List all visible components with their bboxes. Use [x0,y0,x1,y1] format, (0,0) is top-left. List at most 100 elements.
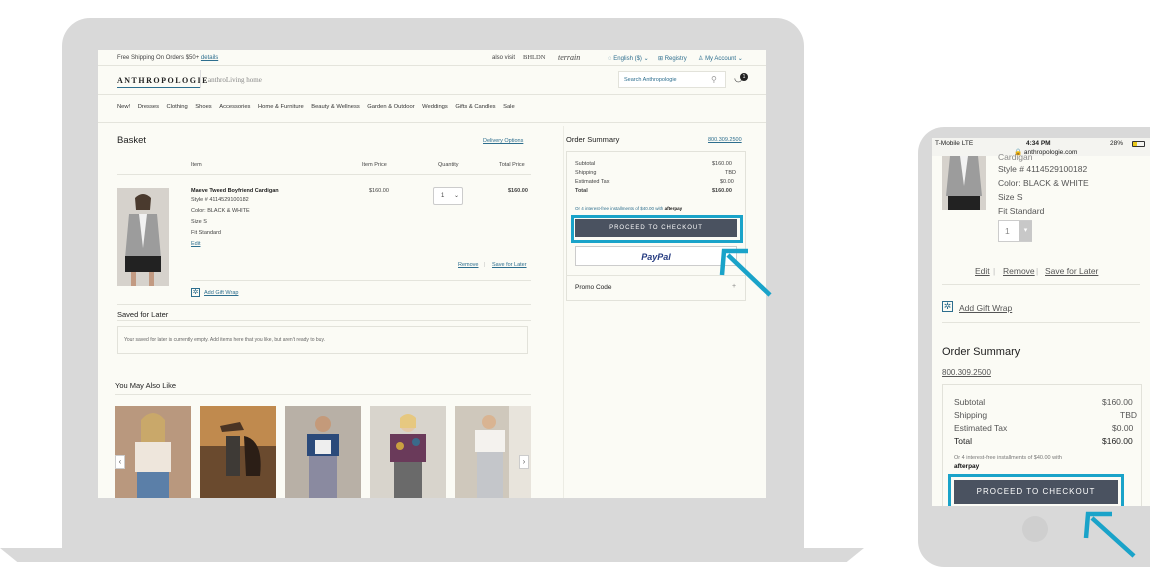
product-image[interactable] [117,188,169,286]
shipping-label: Shipping [575,170,597,176]
basket-title: Basket [117,135,147,146]
edit-link[interactable]: Edit [191,241,200,247]
user-icon: ♙ [698,56,704,62]
subtotal-label: Subtotal [575,161,596,167]
nav-item-new[interactable]: New! [117,104,130,110]
phone-link[interactable]: 800.309.2500 [708,137,742,143]
language-selector[interactable]: ◌ English ($) ⌄ [608,55,649,62]
anthroliving-logo[interactable]: anthroLiving home [208,76,262,84]
mobile-screen: T-Mobile LTE 4:34 PM 28% 🔒 anthropologie… [932,138,1150,506]
save-for-later-link[interactable]: Save for Later [492,262,527,268]
battery-icon [1132,141,1145,147]
subtotal-value: $160.00 [712,161,732,167]
mobile-phone-link[interactable]: 800.309.2500 [942,368,991,377]
nav-item-weddings[interactable]: Weddings [422,104,448,110]
saved-empty-text: Your saved for later is currently empty.… [124,337,325,343]
col-quantity: Quantity [438,162,459,168]
mobile-afterpay-logo: afterpay [954,463,980,470]
anthropologie-logo[interactable]: ANTHROPOLOGIE [117,76,209,85]
item-price: $160.00 [369,188,389,194]
battery-text: 28% [1110,140,1124,147]
gift-wrap-icon[interactable]: ✲ [191,288,200,297]
mobile-shipping-label: Shipping [954,410,988,420]
recommendation-image-2[interactable] [200,406,276,498]
account-menu[interactable]: ♙ My Account ⌄ [698,55,743,62]
recommendation-image-3[interactable] [285,406,361,498]
carrier-text: T-Mobile LTE [935,140,974,147]
mobile-product-image[interactable] [942,156,986,210]
mobile-subtotal-label: Subtotal [954,397,986,407]
mobile-tax-label: Estimated Tax [954,423,1008,433]
product-name[interactable]: Maeve Tweed Boyfriend Cardigan [191,188,279,194]
nav-item-dresses[interactable]: Dresses [138,104,159,110]
desktop-pointer-arrow [719,248,772,297]
nav-item-beauty-wellness[interactable]: Beauty & Wellness [311,104,360,110]
chevron-down-icon: ▾ [1019,221,1032,241]
checkout-highlight-box [571,215,743,243]
search-input[interactable]: Search Anthropologie ⚲ [618,71,726,88]
also-like-title: You May Also Like [115,381,177,390]
mobile-subtotal-value: $160.00 [1102,397,1133,407]
cart-count-badge: 1 [740,73,748,81]
gift-icon: ⊞ [658,56,664,62]
recommendation-image-5[interactable] [455,406,531,498]
details-link[interactable]: details [201,55,218,61]
cart-icon[interactable]: ◡ 1 [734,73,748,85]
mobile-total-value: $160.00 [1102,436,1133,446]
nav-item-gifts-candles[interactable]: Gifts & Candles [455,104,495,110]
quantity-select[interactable]: 1 ⌄ [433,187,463,205]
recommendation-image-1[interactable] [115,406,191,498]
remove-link[interactable]: Remove [458,262,478,268]
tax-value: $0.00 [720,179,734,185]
terrain-link[interactable]: terrain [558,53,580,62]
mobile-save-for-later-link[interactable]: Save for Later [1045,266,1098,276]
nav-item-clothing[interactable]: Clothing [166,104,187,110]
add-gift-wrap-link[interactable]: Add Gift Wrap [204,290,238,296]
mobile-product-style: Style # 4114529100182 [998,164,1088,174]
search-icon[interactable]: ⚲ [711,75,717,84]
mobile-shipping-value: TBD [1120,410,1137,420]
saved-for-later-title: Saved for Later [117,310,169,319]
mobile-order-summary-title: Order Summary [942,346,1021,358]
mobile-total-label: Total [954,436,972,446]
mobile-product-color: Color: BLACK & WHITE [998,178,1089,188]
total-label: Total [575,188,588,194]
order-summary-title: Order Summary [566,135,620,144]
main-nav: New! Dresses Clothing Shoes Accessories Home … [117,104,515,110]
delivery-options-link[interactable]: Delivery Options [483,138,523,144]
nav-item-accessories[interactable]: Accessories [219,104,250,110]
phone-home-button [1022,516,1048,542]
product-size: Size S [191,219,207,225]
mobile-quantity-select[interactable]: 1 ▾ [998,220,1032,242]
afterpay-text: Or 4 interest-free installments of $40.0… [575,206,683,211]
clock-text: 4:34 PM [1026,140,1051,147]
promo-code-label[interactable]: Promo Code [575,284,612,291]
mobile-pointer-arrow [1083,511,1136,558]
paypal-logo: PayPal [641,252,671,262]
saved-empty-box: Your saved for later is currently empty.… [117,326,528,354]
mobile-afterpay-text: Or 4 interest-free installments of $40.0… [954,455,1062,461]
mobile-gift-wrap-icon[interactable]: ✲ [942,301,953,312]
total-value: $160.00 [712,188,732,194]
desktop-screen: Free Shipping On Orders $50+ details als… [98,50,766,498]
nav-item-shoes[interactable]: Shoes [195,104,211,110]
search-placeholder: Search Anthropologie [624,77,677,83]
paypal-button[interactable]: PayPal [575,246,737,266]
mobile-remove-link[interactable]: Remove [1003,266,1035,276]
registry-link[interactable]: ⊞ Registry [658,55,687,62]
col-total-price: Total Price [499,162,525,168]
bhldn-link[interactable]: BHLDN [523,54,545,61]
recommendation-image-4[interactable] [370,406,446,498]
chat-icon: ◌ [608,56,612,62]
mobile-edit-link[interactable]: Edit [975,266,990,276]
nav-item-garden-outdoor[interactable]: Garden & Outdoor [367,104,414,110]
carousel-next-button[interactable]: › [519,455,529,469]
nav-item-sale[interactable]: Sale [503,104,515,110]
mobile-checkout-highlight-box [948,474,1124,506]
nav-item-home-furniture[interactable]: Home & Furniture [258,104,304,110]
cropped-product-name: Cardigan [998,152,1033,162]
mobile-add-gift-wrap-link[interactable]: Add Gift Wrap [959,303,1012,313]
tax-label: Estimated Tax [575,179,610,185]
carousel-prev-button[interactable]: ‹ [115,455,125,469]
shipping-value: TBD [725,170,736,176]
